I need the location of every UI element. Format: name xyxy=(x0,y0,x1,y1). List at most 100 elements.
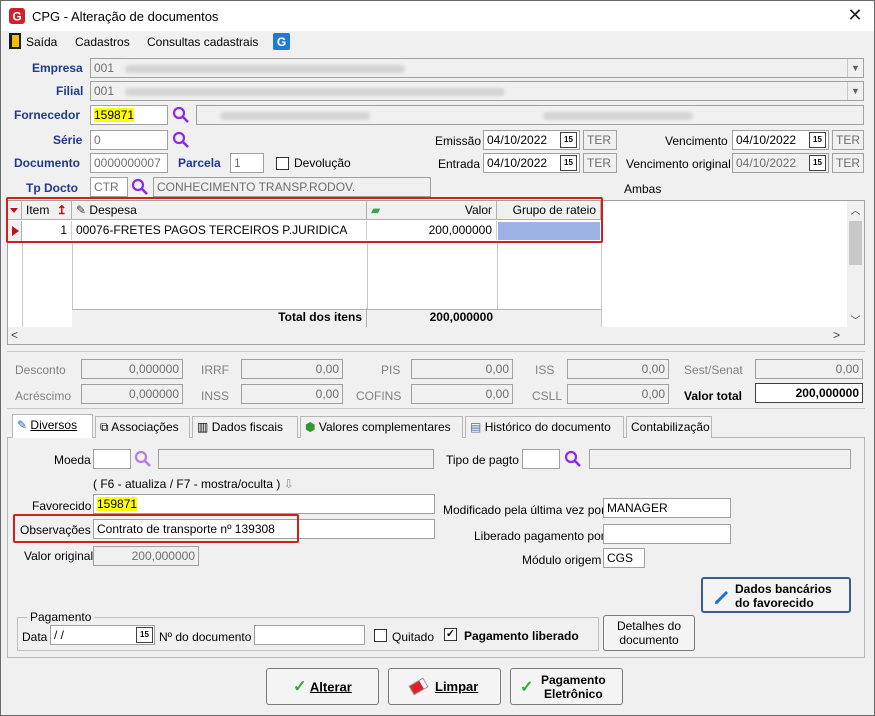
total-itens-label: Total dos itens xyxy=(72,308,367,327)
fornecedor-code-input[interactable]: 159871 xyxy=(90,105,168,125)
menu-cadastros[interactable]: Cadastros xyxy=(75,35,130,49)
ambas-label: Ambas xyxy=(624,182,662,196)
scroll-left-icon[interactable]: < xyxy=(11,328,18,342)
irrf-value: 0,00 xyxy=(241,359,343,379)
empresa-dropdown-icon[interactable]: ▼ xyxy=(847,59,863,77)
pagamento-liberado-label: Pagamento liberado xyxy=(464,629,579,643)
tipo-pagto-search-icon[interactable] xyxy=(564,450,582,468)
tab-diversos[interactable]: ✎ Diversos xyxy=(12,414,93,438)
filial-select[interactable]: 001 xyxy=(90,81,864,101)
menu-saida[interactable]: Saída xyxy=(26,35,57,49)
pagamento-liberado-checkbox[interactable]: ✓ xyxy=(444,628,457,641)
modulo-origem-value: CGS xyxy=(603,548,645,568)
desconto-value: 0,000000 xyxy=(81,359,183,379)
book-icon: ▥ xyxy=(197,420,209,434)
close-icon[interactable]: ✕ xyxy=(844,4,866,26)
documento-input[interactable]: 0000000007 xyxy=(90,153,168,173)
filial-name-redacted xyxy=(125,87,506,96)
limpar-button[interactable]: Limpar xyxy=(388,668,501,705)
vencimento-calendar-icon[interactable]: 15 xyxy=(809,132,826,148)
menu-consultas-cadastrais[interactable]: Consultas cadastrais xyxy=(147,35,258,49)
horizontal-scrollbar[interactable] xyxy=(8,327,864,344)
liberado-pagamento-label: Liberado pagamento por xyxy=(474,529,605,543)
tab-dados-fiscais[interactable]: ▥ Dados fiscais xyxy=(192,416,298,438)
devolucao-checkbox[interactable] xyxy=(276,157,289,170)
emissao-calendar-icon[interactable]: 15 xyxy=(560,132,577,148)
moeda-search-icon[interactable] xyxy=(134,450,152,468)
alterar-button[interactable]: ✓ Alterar xyxy=(266,668,379,705)
parcela-input[interactable]: 1 xyxy=(230,153,264,173)
serie-search-icon[interactable] xyxy=(172,131,190,149)
moeda-input[interactable] xyxy=(93,449,131,469)
numero-documento-input[interactable] xyxy=(254,625,365,645)
valor-original-value: 200,000000 xyxy=(93,546,199,566)
divider xyxy=(7,351,865,352)
tipo-pagto-label: Tipo de pagto xyxy=(446,453,519,467)
parcela-label: Parcela xyxy=(178,156,221,170)
window: G CPG - Alteração de documentos ✕ Saída … xyxy=(0,0,875,716)
tab-contabilizacao[interactable]: Contabilização xyxy=(626,416,712,438)
highlight-box-grid xyxy=(6,197,603,243)
moeda-description xyxy=(158,449,434,469)
exit-door-icon xyxy=(9,33,21,49)
fornecedor-code: 159871 xyxy=(94,108,135,122)
tpdocto-label: Tp Docto xyxy=(26,181,78,195)
desconto-label: Desconto xyxy=(15,363,66,377)
acrescimo-label: Acréscimo xyxy=(15,389,72,403)
serie-input[interactable]: 0 xyxy=(90,130,168,150)
iss-label: ISS xyxy=(535,363,555,377)
detalhes-documento-button[interactable]: Detalhes do documento xyxy=(603,615,695,651)
divider xyxy=(7,408,865,409)
fornecedor-name xyxy=(196,105,864,125)
modulo-origem-label: Módulo origem xyxy=(522,553,602,567)
fornecedor-search-icon[interactable] xyxy=(172,106,190,124)
sest-senat-value: 0,00 xyxy=(755,359,863,379)
pis-label: PIS xyxy=(381,363,401,377)
svg-text:G: G xyxy=(277,35,286,49)
quitado-label: Quitado xyxy=(392,630,435,644)
svg-text:G: G xyxy=(12,10,21,24)
tab-associacoes[interactable]: ⧉ Associações xyxy=(95,416,190,438)
tipo-pagto-input[interactable] xyxy=(522,449,560,469)
pencil-edit-icon xyxy=(714,590,729,605)
data-pagamento-calendar-icon[interactable]: 15 xyxy=(136,627,153,643)
quitado-checkbox[interactable] xyxy=(374,629,387,642)
highlight-box-observacoes xyxy=(13,514,299,543)
serie-label: Série xyxy=(53,133,83,147)
cofins-label: COFINS xyxy=(356,389,402,403)
iss-value: 0,00 xyxy=(567,359,669,379)
empresa-select[interactable]: 001 xyxy=(90,58,864,78)
favorecido-input[interactable]: 159871 xyxy=(93,494,435,514)
scroll-up-icon[interactable]: ︿ xyxy=(848,202,863,217)
dados-bancarios-button[interactable]: Dados bancários do favorecido xyxy=(701,577,851,613)
scroll-right-icon[interactable]: > xyxy=(833,328,840,342)
scroll-down-icon[interactable]: ﹀ xyxy=(848,312,863,327)
filial-dropdown-icon[interactable]: ▼ xyxy=(847,82,863,100)
vencimento-weekday: TER xyxy=(832,130,864,150)
entrada-calendar-icon[interactable]: 15 xyxy=(560,155,577,171)
link-window-icon: ⧉ xyxy=(100,420,109,434)
app-g-icon[interactable]: G xyxy=(273,33,290,50)
valor-total-value: 200,000000 xyxy=(755,383,863,403)
pencil-icon: ✎ xyxy=(17,418,28,432)
tipo-pagto-description xyxy=(589,449,851,469)
pis-value: 0,00 xyxy=(411,359,513,379)
pagamento-eletronico-button[interactable]: ✓ Pagamento Eletrônico xyxy=(510,668,623,705)
valor-original-label: Valor original xyxy=(24,549,94,563)
window-title: CPG - Alteração de documentos xyxy=(32,9,219,24)
entrada-label: Entrada xyxy=(438,157,481,171)
modificado-value: MANAGER xyxy=(603,498,731,518)
f6-f7-hint: ( F6 - atualiza / F7 - mostra/oculta ) ⇩ xyxy=(93,477,294,491)
arrow-down-icon: ⇩ xyxy=(283,477,294,491)
vencimento-original-weekday: TER xyxy=(832,153,864,173)
pagamento-group-label: Pagamento xyxy=(27,610,95,624)
col-line xyxy=(22,241,23,327)
tab-historico-documento[interactable]: ▤ Histórico do documento xyxy=(465,416,624,438)
emissao-label: Emissão xyxy=(435,134,482,148)
tpdocto-code-input[interactable]: CTR xyxy=(90,177,128,197)
tab-valores-complementares[interactable]: ⬢ Valores complementares xyxy=(300,416,463,438)
valor-total-label: Valor total xyxy=(684,389,743,403)
empresa-label: Empresa xyxy=(32,61,83,75)
tpdocto-search-icon[interactable] xyxy=(131,178,149,196)
vertical-scroll-thumb[interactable] xyxy=(849,221,862,265)
